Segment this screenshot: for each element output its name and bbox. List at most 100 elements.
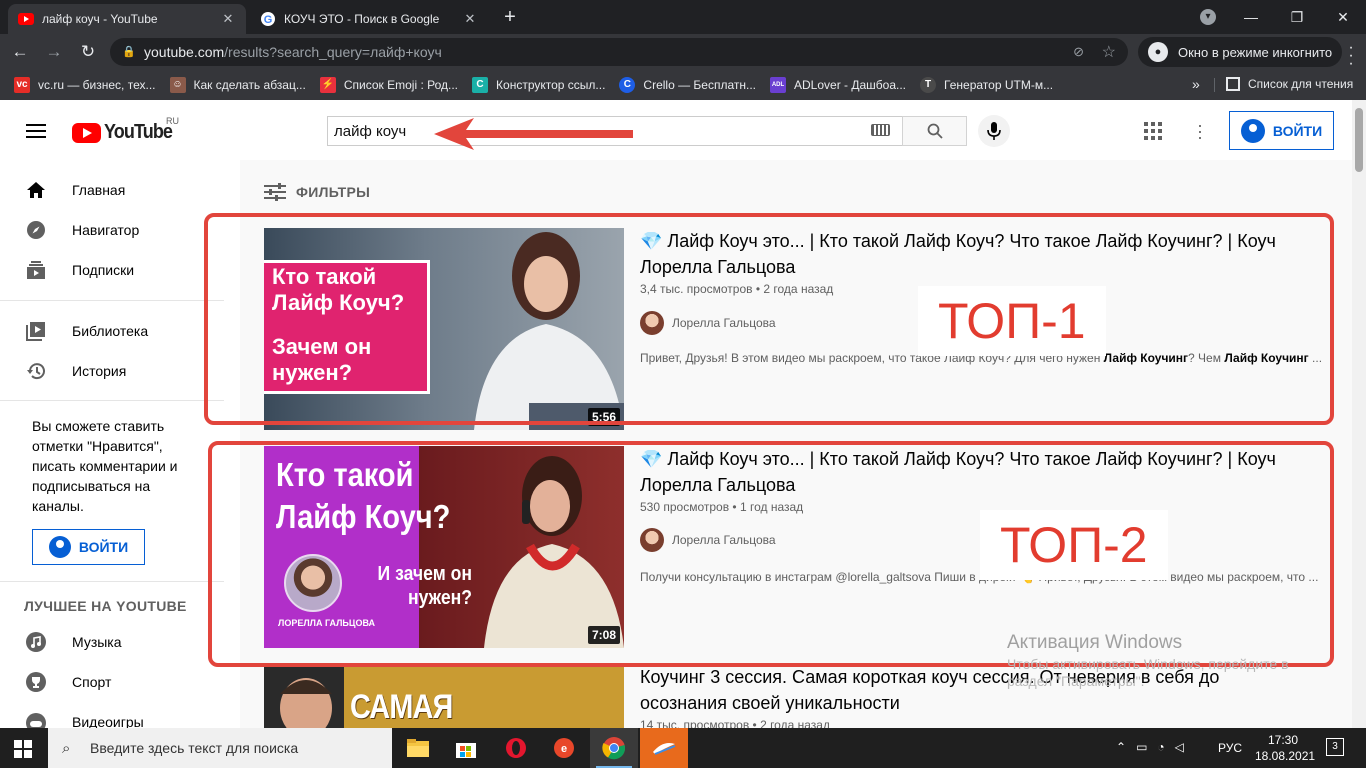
bookmark-item[interactable]: ⚡ Список Emoji : Род... [319, 77, 458, 93]
windows-taskbar: ⌕ Введите здесь текст для поиска e ⌃ ▭ ◔… [0, 728, 1366, 768]
opera-icon[interactable] [492, 728, 540, 768]
reload-button[interactable]: ↻ [74, 38, 102, 66]
taskbar-search-input[interactable]: ⌕ Введите здесь текст для поиска [48, 728, 392, 768]
clock-time: 17:30 [1267, 733, 1299, 747]
bookmark-label: ADLover - Дашбоа... [794, 78, 907, 92]
windows-activation-text: Чтобы активировать Windows, перейдите в … [1007, 656, 1289, 689]
bookmark-label: Как сделать абзац... [193, 78, 306, 92]
input-language[interactable]: РУС [1218, 741, 1242, 755]
close-window-button[interactable]: ✕ [1320, 0, 1366, 34]
app-icon[interactable]: e [540, 728, 588, 768]
bookmark-item[interactable]: C Конструктор ссыл... [472, 77, 605, 93]
account-icon [48, 536, 71, 558]
browser-menu-icon[interactable]: · · · [1344, 40, 1358, 72]
sidebar-item-gaming[interactable]: Видеоигры [0, 702, 240, 728]
system-tray: ⌃ ▭ ◔ ◁ [1116, 740, 1184, 754]
apps-grid-icon[interactable] [1144, 122, 1162, 140]
minimize-button[interactable]: — [1228, 0, 1274, 34]
google-favicon-icon: G [260, 11, 276, 27]
search-query: лайф коуч [334, 122, 407, 140]
signin-label: ВОЙТИ [78, 539, 129, 555]
gamepad-icon [24, 711, 48, 728]
bookmark-favicon-icon: ☺ [169, 77, 186, 93]
pinned-app-icon[interactable] [640, 728, 688, 768]
settings-more-icon[interactable]: · · · [1197, 116, 1203, 146]
sidebar-signin-button[interactable]: ВОЙТИ [32, 529, 145, 565]
sidebar-item-sport[interactable]: Спорт [0, 662, 240, 702]
system-clock[interactable]: 17:30 18.08.2021 [1255, 732, 1315, 764]
compass-icon [24, 218, 48, 242]
wifi-icon[interactable]: ◔ [1157, 740, 1164, 754]
bookmark-item[interactable]: vc vc.ru — бизнес, тех... [14, 77, 156, 93]
header-signin-button[interactable]: ВОЙТИ [1229, 111, 1334, 150]
sidebar-divider [0, 400, 224, 401]
search-icon [927, 123, 943, 139]
sidebar-item-home[interactable]: Главная [0, 170, 240, 210]
incognito-badge[interactable]: ● Окно в режиме инкогнито [1138, 37, 1343, 67]
sidebar-item-label: Навигатор [72, 222, 140, 238]
bookmark-item[interactable]: T Генератор UTM-м... [920, 77, 1053, 93]
tab-title: КОУЧ ЭТО - Поиск в Google [284, 12, 440, 26]
reading-list-button[interactable]: Список для чтения [1226, 77, 1353, 91]
close-tab-icon[interactable]: ✕ [462, 11, 478, 27]
bookmark-item[interactable]: ADL ADLover - Дашбоа... [770, 77, 906, 93]
bookmark-item[interactable]: ☺ Как сделать абзац... [169, 77, 306, 93]
volume-icon[interactable]: ◁ [1175, 740, 1184, 754]
url-path: /results?search_query=лайф+коуч [224, 44, 442, 60]
address-bar[interactable]: 🔒 youtube.com/results?search_query=лайф+… [110, 38, 1128, 66]
back-button[interactable]: ← [6, 38, 34, 66]
file-explorer-icon[interactable] [394, 728, 442, 768]
bookmarks-divider [1214, 78, 1215, 92]
keyboard-icon[interactable] [871, 124, 890, 136]
chrome-icon[interactable] [590, 728, 638, 768]
windows-start-icon[interactable] [14, 740, 32, 758]
sidebar-item-label: Спорт [72, 674, 112, 690]
youtube-favicon-icon [18, 11, 34, 27]
incognito-icon: ● [1148, 42, 1168, 62]
svg-text:G: G [264, 14, 273, 26]
youtube-logo[interactable]: YouTube RU [72, 116, 180, 144]
filter-sliders-icon [264, 183, 286, 201]
incognito-label: Окно в режиме инкогнито [1178, 44, 1333, 60]
filters-button[interactable]: ФИЛЬТРЫ [264, 183, 370, 201]
bookmarks-bar: vc vc.ru — бизнес, тех... ☺ Как сделать аб… [0, 70, 1366, 100]
forward-button[interactable]: → [40, 38, 68, 66]
taskbar-search-placeholder: Введите здесь текст для поиска [90, 740, 299, 756]
bookmark-star-icon[interactable]: ☆ [1102, 42, 1116, 62]
adlover-favicon-icon: ADL [770, 77, 787, 93]
bookmark-item[interactable]: C Crello — Бесплатн... [619, 77, 756, 93]
video-thumbnail[interactable]: САМАЯ КОРОТКАЯ [264, 664, 624, 728]
top1-label: ТОП-1 [918, 286, 1106, 356]
page-scrollbar[interactable] [1352, 100, 1366, 728]
store-icon[interactable] [442, 728, 490, 768]
maximize-button[interactable]: ❐ [1274, 0, 1320, 34]
tab-google[interactable]: G КОУЧ ЭТО - Поиск в Google ✕ [250, 4, 488, 34]
bookmark-label: Crello — Бесплатн... [643, 78, 757, 92]
top1-highlight-box [204, 213, 1334, 425]
chevron-up-icon[interactable]: ⌃ [1116, 740, 1126, 754]
voice-search-button[interactable] [978, 115, 1010, 147]
presenter-photo [264, 664, 344, 728]
eye-off-icon[interactable]: ⊘ [1073, 44, 1084, 60]
browser-toolbar: ← → ↻ 🔒 youtube.com/results?search_query… [0, 34, 1366, 72]
hamburger-menu-icon[interactable] [26, 124, 46, 138]
battery-icon[interactable]: ▭ [1136, 740, 1147, 754]
bookmark-label: Генератор UTM-м... [944, 78, 1054, 92]
notifications-icon[interactable]: 3 [1326, 738, 1344, 756]
filters-label: ФИЛЬТРЫ [296, 184, 371, 200]
bookmarks-overflow-icon[interactable]: » [1192, 76, 1200, 92]
tab-title: лайф коуч - YouTube [42, 12, 158, 26]
reading-list-icon [1226, 77, 1240, 91]
best-of-youtube-heading: ЛУЧШЕЕ НА YOUTUBE [24, 598, 187, 614]
sidebar-item-music[interactable]: Музыка [0, 622, 240, 662]
tab-youtube[interactable]: лайф коуч - YouTube ✕ [8, 4, 246, 34]
search-button[interactable] [902, 116, 967, 146]
new-tab-button[interactable]: + [498, 6, 522, 28]
close-tab-icon[interactable]: ✕ [220, 11, 236, 27]
history-icon [24, 359, 48, 383]
url-host: youtube.com [144, 44, 225, 60]
tab-search-icon[interactable]: ▾ [1200, 9, 1216, 25]
reading-list-label: Список для чтения [1248, 77, 1354, 91]
scrollbar-thumb[interactable] [1355, 108, 1363, 172]
bookmark-label: vc.ru — бизнес, тех... [38, 78, 156, 92]
